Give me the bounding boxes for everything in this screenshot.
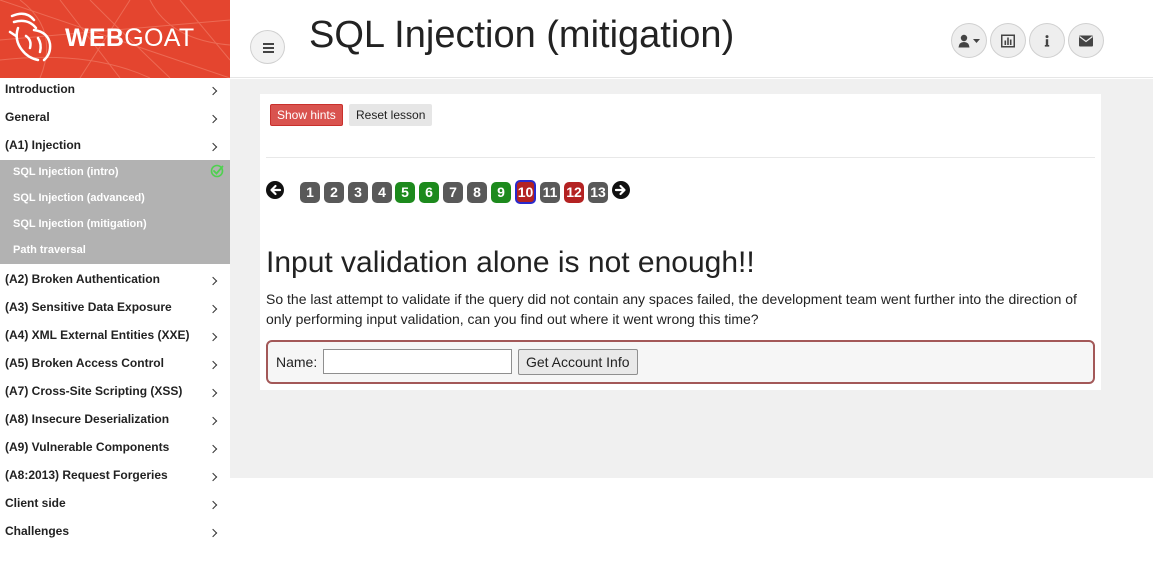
lesson-description: So the last attempt to validate if the q… (266, 291, 1077, 327)
chevron-right-icon (208, 444, 218, 454)
chevron-right-icon (208, 528, 218, 538)
menu-category-label: (A3) Sensitive Data Exposure (5, 300, 172, 314)
menu-category-label: Client side (5, 496, 66, 510)
brand-name: WEBGOAT (65, 24, 194, 53)
menu-category-label: (A2) Broken Authentication (5, 272, 160, 286)
brand-name-light: GOAT (124, 24, 195, 52)
brand-name-strong: WEB (65, 24, 125, 52)
chevron-right-icon (208, 304, 218, 314)
brand-header[interactable]: WEBGOAT (0, 0, 230, 78)
page-link-12[interactable]: 12 (564, 182, 584, 203)
menu-category-a8-insecure-deserialization[interactable]: (A8) Insecure Deserialization (0, 408, 230, 436)
menu-category-label: (A1) Injection (5, 138, 82, 152)
user-menu-button[interactable] (951, 23, 987, 58)
envelope-icon (1079, 35, 1093, 46)
contact-button[interactable] (1068, 23, 1104, 58)
menu-category-introduction[interactable]: Introduction (0, 78, 230, 106)
report-card-button[interactable] (990, 23, 1026, 58)
chevron-right-icon (208, 142, 218, 152)
show-hints-button[interactable]: Show hints (270, 104, 343, 126)
divider (266, 157, 1095, 158)
menu-category-client-side[interactable]: Client side (0, 492, 230, 520)
page-link-9[interactable]: 9 (491, 182, 511, 203)
chevron-right-icon (208, 276, 218, 286)
menu-category-a2-broken-authentication[interactable]: (A2) Broken Authentication (0, 268, 230, 296)
chevron-right-icon (208, 472, 218, 482)
menu-toggle-button[interactable] (250, 30, 285, 64)
menu-category-a5-broken-access-control[interactable]: (A5) Broken Access Control (0, 352, 230, 380)
menu-category-label: (A5) Broken Access Control (5, 356, 164, 370)
lesson-heading: Input validation alone is not enough!! (266, 246, 755, 279)
menu-category-label: Introduction (5, 82, 75, 96)
menu-submenu-injection: SQL Injection (intro) SQL Injection (adv… (0, 160, 230, 264)
top-bar: SQL Injection (mitigation) (230, 0, 1153, 78)
menu-category-label: (A8) Insecure Deserialization (5, 412, 170, 426)
page-link-10-current[interactable]: 10 (515, 180, 536, 204)
page-title: SQL Injection (mitigation) (309, 14, 735, 56)
chevron-right-icon (208, 86, 218, 96)
lesson-menu: Introduction General (A1) Injection SQL … (0, 78, 230, 548)
check-circle-icon (210, 164, 224, 178)
chevron-right-icon (208, 388, 218, 398)
next-page-button[interactable] (612, 181, 630, 199)
menu-item-sql-injection-advanced[interactable]: SQL Injection (advanced) (0, 186, 230, 212)
previous-page-button[interactable] (266, 181, 284, 199)
page-link-3[interactable]: 3 (348, 182, 368, 203)
webgoat-app: WEBGOAT Introduction General (A1) Inject… (0, 0, 1153, 568)
menu-item-label: SQL Injection (advanced) (13, 192, 145, 204)
menu-category-a8-2013-request-forgeries[interactable]: (A8:2013) Request Forgeries (0, 464, 230, 492)
menu-category-a4-xxe[interactable]: (A4) XML External Entities (XXE) (0, 324, 230, 352)
page-link-2[interactable]: 2 (324, 182, 344, 203)
menu-item-label: Path traversal (13, 244, 86, 256)
menu-item-sql-injection-mitigation[interactable]: SQL Injection (mitigation) (0, 212, 230, 238)
chevron-right-icon (208, 332, 218, 342)
menu-category-label: General (5, 110, 50, 124)
menu-category-a7-xss[interactable]: (A7) Cross-Site Scripting (XSS) (0, 380, 230, 408)
attack-form: Name: Get Account Info (266, 340, 1095, 384)
menu-item-path-traversal[interactable]: Path traversal (0, 238, 230, 264)
chevron-right-icon (208, 500, 218, 510)
page-link-13[interactable]: 13 (588, 182, 608, 203)
page-link-6[interactable]: 6 (419, 182, 439, 203)
page-link-7[interactable]: 7 (443, 182, 463, 203)
menu-category-label: (A4) XML External Entities (XXE) (5, 328, 190, 342)
page-link-11[interactable]: 11 (540, 182, 560, 203)
sidebar: WEBGOAT Introduction General (A1) Inject… (0, 0, 230, 568)
page-link-4[interactable]: 4 (372, 182, 392, 203)
get-account-info-button[interactable]: Get Account Info (518, 349, 638, 375)
chevron-right-icon (208, 360, 218, 370)
page-link-5[interactable]: 5 (395, 182, 415, 203)
name-label: Name: (276, 354, 318, 370)
menu-item-label: SQL Injection (mitigation) (13, 218, 147, 230)
menu-category-general[interactable]: General (0, 106, 230, 134)
menu-item-label: SQL Injection (intro) (13, 166, 119, 178)
page-link-1[interactable]: 1 (300, 182, 320, 203)
page-link-8[interactable]: 8 (467, 182, 487, 203)
goat-logo-icon (8, 12, 52, 62)
arrow-left-icon (270, 184, 282, 196)
chevron-right-icon (208, 416, 218, 426)
menu-item-sql-injection-intro[interactable]: SQL Injection (intro) (0, 160, 230, 186)
chevron-right-icon (208, 114, 218, 124)
main-area: Show hints Reset lesson 1 2 3 4 5 6 7 8 … (230, 79, 1153, 478)
user-icon (958, 34, 980, 47)
menu-category-a1-injection[interactable]: (A1) Injection (0, 134, 230, 160)
reset-lesson-button[interactable]: Reset lesson (349, 104, 433, 126)
menu-category-label: (A9) Vulnerable Components (5, 440, 170, 454)
menu-category-label: Challenges (5, 524, 70, 538)
about-button[interactable] (1029, 23, 1065, 58)
lesson-content: Show hints Reset lesson 1 2 3 4 5 6 7 8 … (260, 94, 1101, 390)
bar-chart-icon (1001, 34, 1015, 47)
menu-category-challenges[interactable]: Challenges (0, 520, 230, 548)
menu-category-label: (A8:2013) Request Forgeries (5, 468, 168, 482)
menu-category-label: (A7) Cross-Site Scripting (XSS) (5, 384, 183, 398)
menu-category-a3-sensitive-data-exposure[interactable]: (A3) Sensitive Data Exposure (0, 296, 230, 324)
menu-category-a9-vulnerable-components[interactable]: (A9) Vulnerable Components (0, 436, 230, 464)
info-icon (1044, 34, 1050, 47)
arrow-right-icon (614, 184, 626, 196)
name-input[interactable] (323, 349, 512, 374)
